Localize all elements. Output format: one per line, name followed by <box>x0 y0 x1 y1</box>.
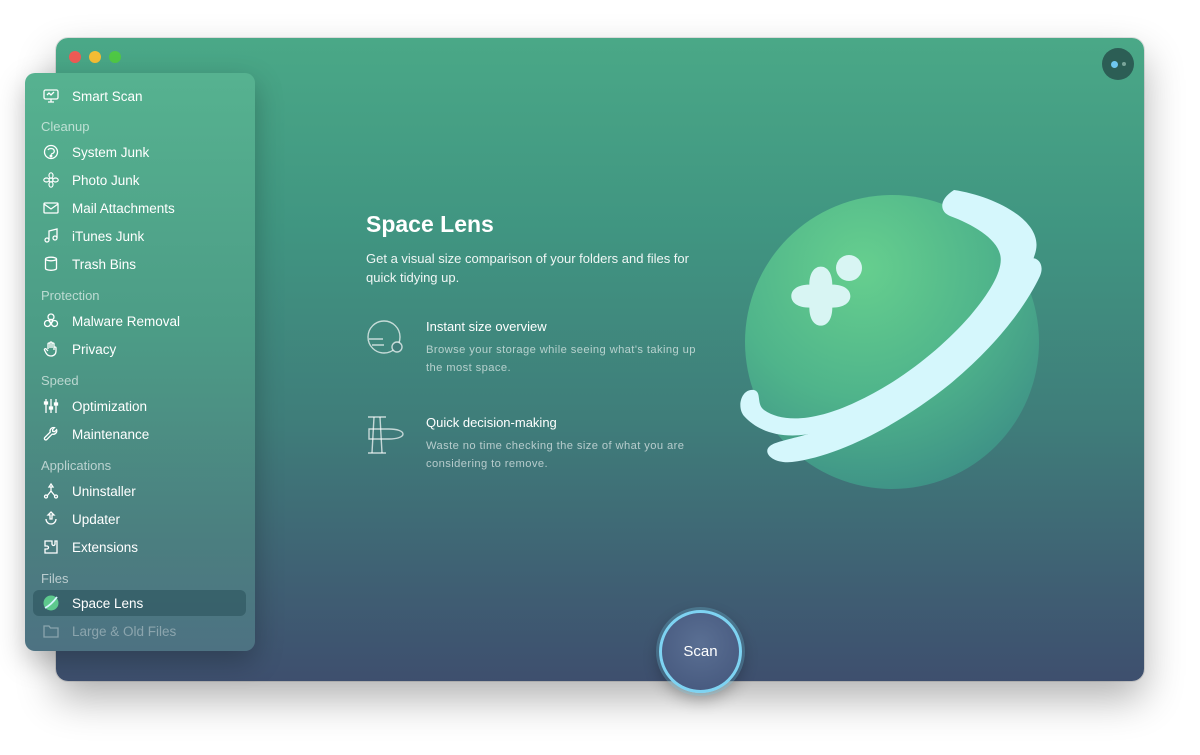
assistant-dot-icon <box>1110 60 1118 68</box>
sidebar-item-space-lens[interactable]: Space Lens <box>33 590 246 616</box>
sidebar-item-label: Uninstaller <box>72 483 136 499</box>
sidebar-item-extensions[interactable]: Extensions <box>33 534 246 560</box>
section-applications: Applications <box>41 458 112 473</box>
sidebar-item-label: Optimization <box>72 398 148 414</box>
feature-title: Instant size overview <box>426 319 547 334</box>
space-lens-planet-icon <box>732 182 1052 502</box>
assistant-dot-small-icon <box>1121 62 1126 66</box>
flower-icon <box>41 171 61 189</box>
feature-description: Waste no time checking the size of what … <box>426 440 685 470</box>
sidebar-item-updater[interactable]: Updater <box>33 506 246 532</box>
hand-icon <box>41 340 61 358</box>
sidebar-item-label: Malware Removal <box>72 313 181 329</box>
sidebar-item-label: Photo Junk <box>72 172 140 188</box>
page-title-container: Space Lens <box>366 211 716 238</box>
sidebar-item-uninstaller[interactable]: Uninstaller <box>33 478 246 504</box>
sidebar-item-optimization[interactable]: Optimization <box>33 393 246 419</box>
sidebar-item-label: Updater <box>72 511 121 527</box>
sidebar-item-label: Space Lens <box>72 595 144 611</box>
uninstaller-icon <box>41 482 61 500</box>
sidebar-item-photo-junk[interactable]: Photo Junk <box>33 167 246 193</box>
scan-button[interactable]: Scan <box>659 610 742 693</box>
envelope-icon <box>41 199 61 217</box>
sidebar-item-label: iTunes Junk <box>72 228 145 244</box>
music-note-icon <box>41 227 61 245</box>
sidebar-item-malware-removal[interactable]: Malware Removal <box>33 308 246 334</box>
sidebar-item-itunes-junk[interactable]: iTunes Junk <box>33 223 246 249</box>
sidebar-item-label: Smart Scan <box>72 88 143 104</box>
biohazard-icon <box>41 312 61 330</box>
extensions-icon <box>41 538 61 556</box>
sidebar-item-system-junk[interactable]: System Junk <box>33 139 246 165</box>
sidebar-item-privacy[interactable]: Privacy <box>33 336 246 362</box>
size-overview-icon <box>366 319 406 359</box>
sidebar-item-large-old-files[interactable]: Large & Old Files <box>33 618 246 644</box>
feature-description: Browse your storage while seeing what's … <box>426 344 696 374</box>
zoom-window-button[interactable] <box>109 51 121 63</box>
sidebar-item-label: Maintenance <box>72 426 150 442</box>
section-speed: Speed <box>41 373 79 388</box>
decision-icon <box>366 415 406 455</box>
sidebar: Smart Scan Cleanup System Junk Photo Jun… <box>25 73 255 651</box>
sidebar-item-maintenance[interactable]: Maintenance <box>33 421 246 447</box>
sidebar-item-label: Privacy <box>72 341 117 357</box>
sidebar-item-trash-bins[interactable]: Trash Bins <box>33 251 246 277</box>
sidebar-item-label: System Junk <box>72 144 150 160</box>
sidebar-item-mail-attachments[interactable]: Mail Attachments <box>33 195 246 221</box>
sidebar-item-label: Mail Attachments <box>72 200 175 216</box>
page-title: Space Lens <box>366 211 494 237</box>
updater-icon <box>41 510 61 528</box>
close-window-button[interactable] <box>69 51 81 63</box>
sliders-icon <box>41 397 61 415</box>
section-files: Files <box>41 571 69 586</box>
trash-bin-icon <box>41 255 61 273</box>
page-description: Get a visual size comparison of your fol… <box>366 251 689 285</box>
sidebar-item-label: Large & Old Files <box>72 623 177 639</box>
folder-icon <box>41 622 61 640</box>
assistant-button[interactable] <box>1102 48 1134 80</box>
sidebar-item-label: Extensions <box>72 539 139 555</box>
monitor-icon <box>41 87 61 105</box>
wrench-icon <box>41 425 61 443</box>
sidebar-item-label: Trash Bins <box>72 256 137 272</box>
space-lens-icon <box>41 594 61 612</box>
section-cleanup: Cleanup <box>41 119 90 134</box>
sidebar-item-smart-scan[interactable]: Smart Scan <box>33 83 246 109</box>
section-protection: Protection <box>41 288 100 303</box>
system-junk-icon <box>41 143 61 161</box>
minimize-window-button[interactable] <box>89 51 101 63</box>
feature-title: Quick decision-making <box>426 415 557 430</box>
